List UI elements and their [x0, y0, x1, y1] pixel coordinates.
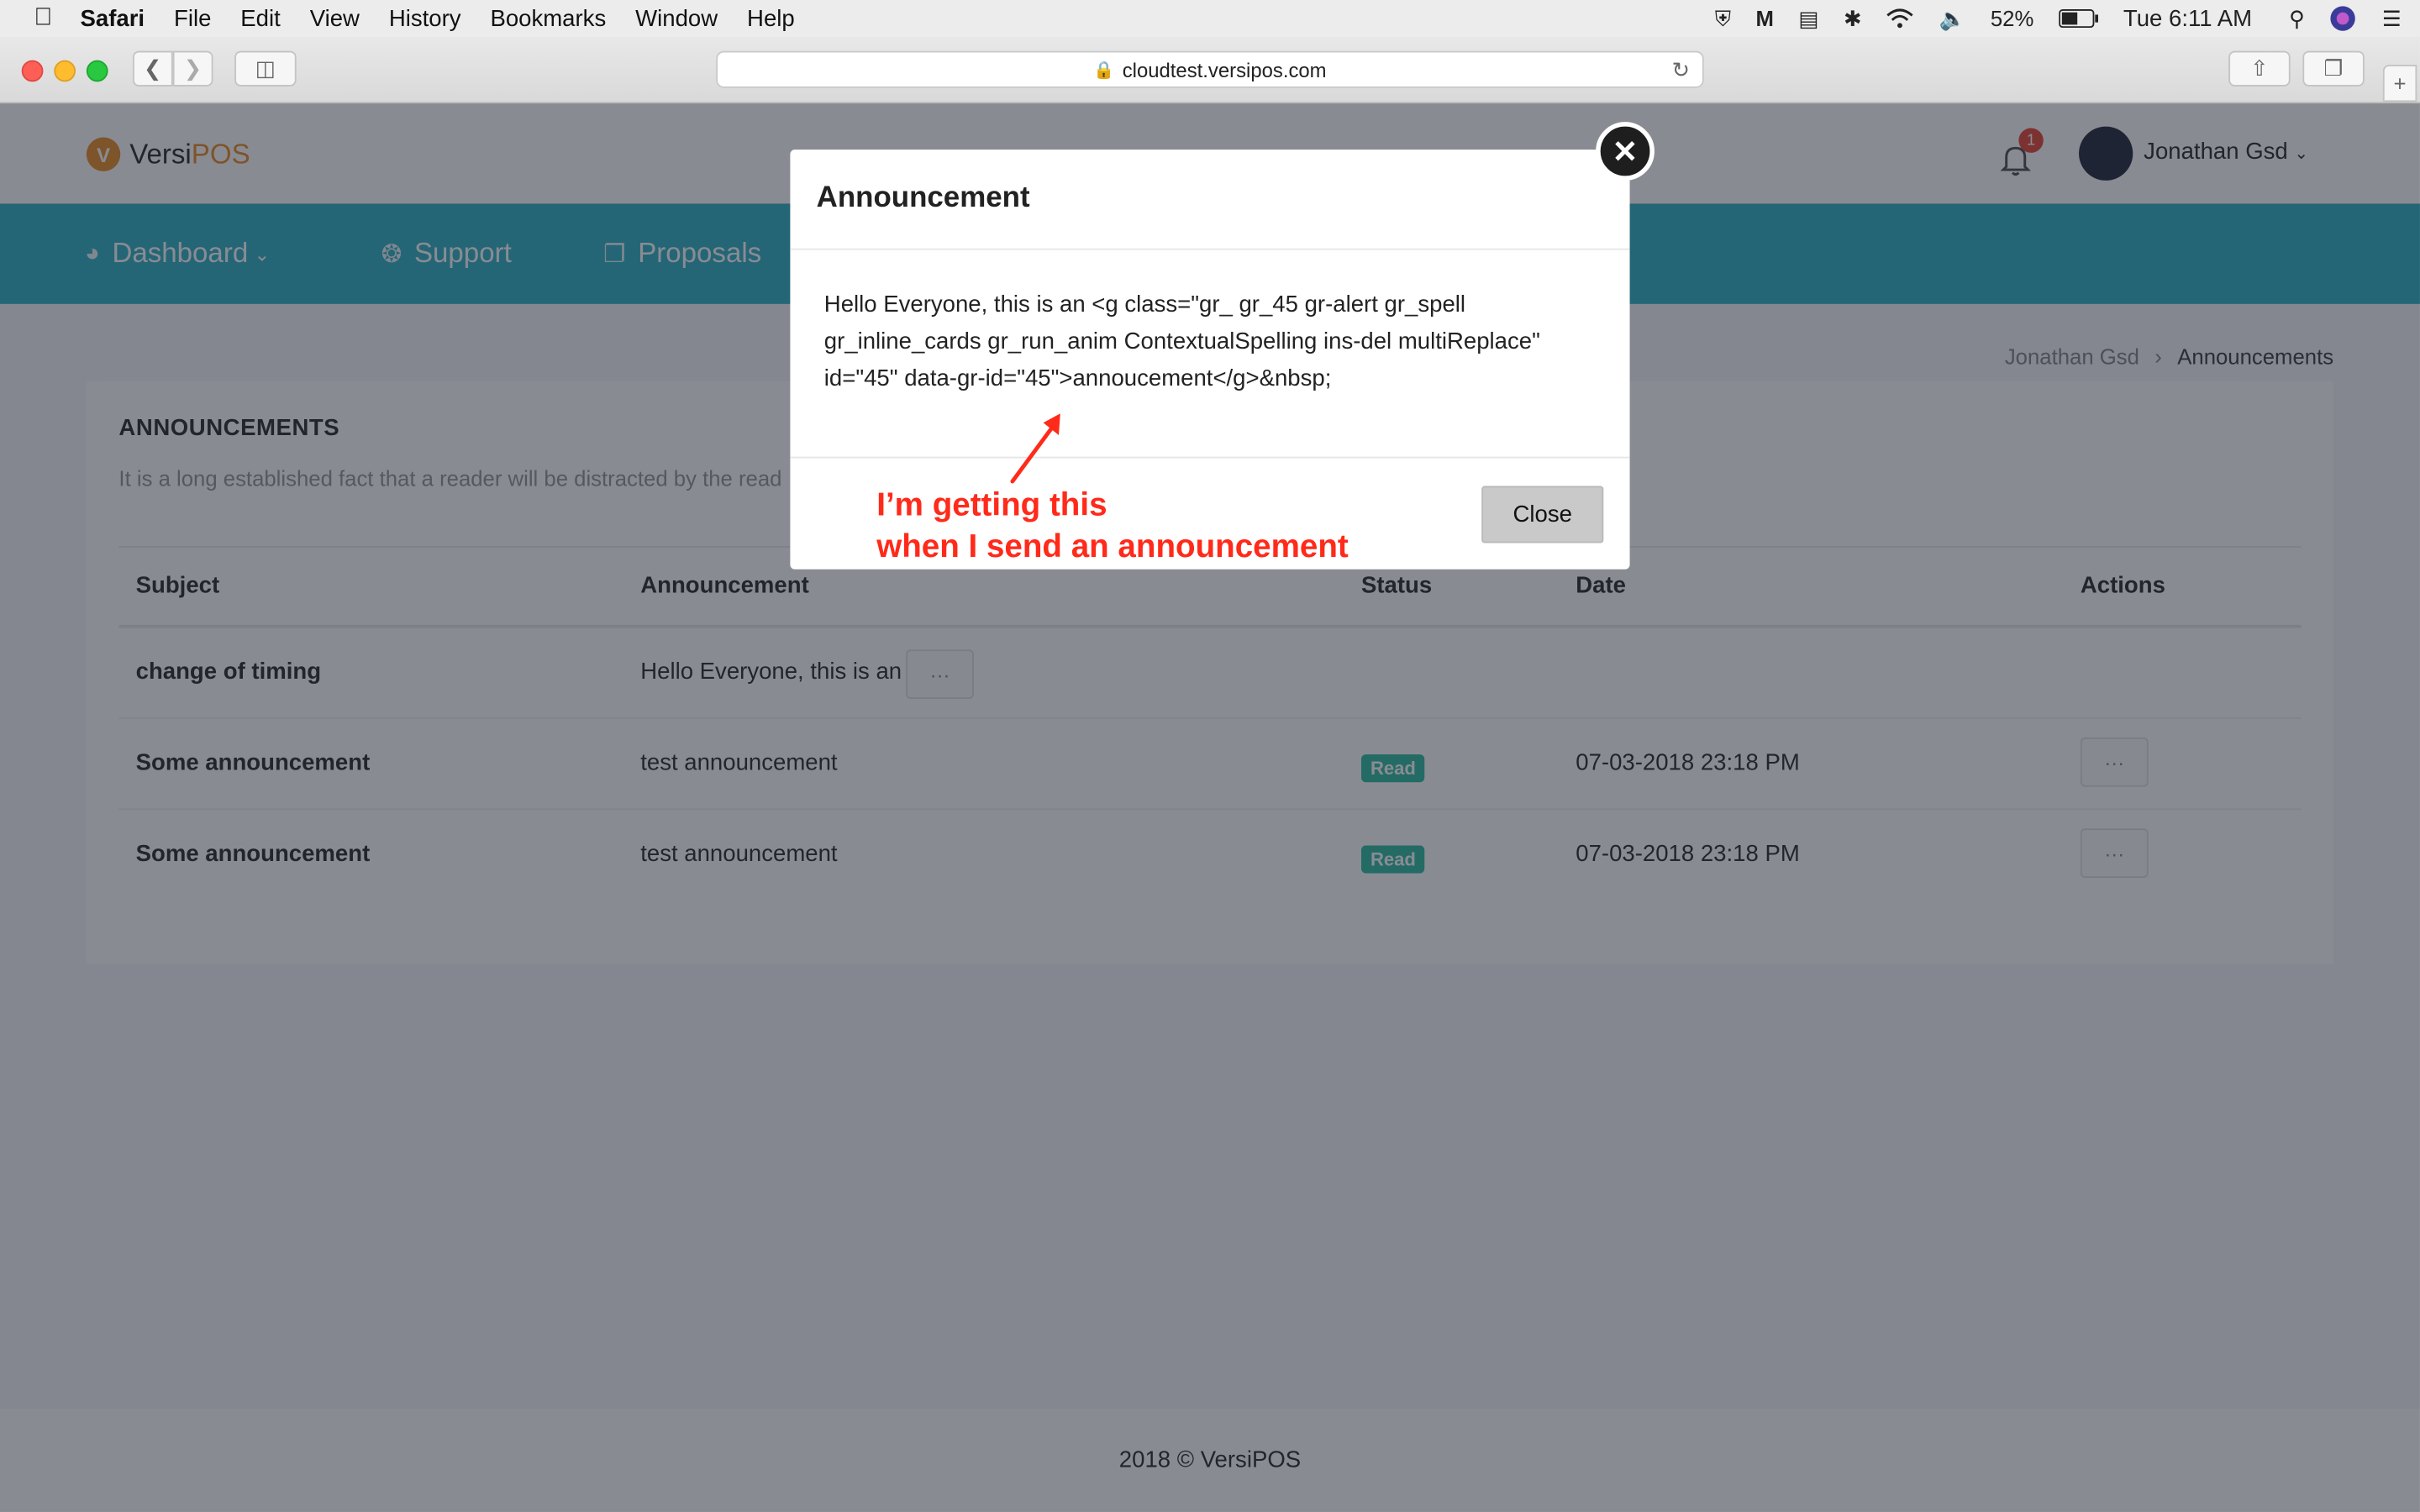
- screen:  Safari File Edit View History Bookmark…: [0, 0, 2420, 1512]
- window-zoom-button[interactable]: [86, 60, 108, 82]
- window-minimize-button[interactable]: [54, 60, 76, 82]
- annotation-line-1: I’m getting this: [876, 487, 1107, 523]
- window-close-button[interactable]: [21, 60, 44, 82]
- new-tab-button[interactable]: +: [2382, 65, 2417, 102]
- tabs-icon: ❐: [2323, 55, 2344, 81]
- clock[interactable]: Tue 6:11 AM: [2123, 5, 2252, 31]
- modal-divider: [790, 248, 1630, 250]
- menu-history[interactable]: History: [389, 5, 461, 31]
- address-bar[interactable]: 🔒 cloudtest.versipos.com ↻: [716, 50, 1704, 88]
- plus-icon: +: [2393, 71, 2407, 96]
- share-icon: ⇧: [2250, 55, 2269, 81]
- siri-glyph: [2331, 6, 2356, 31]
- share-button[interactable]: ⇧: [2228, 50, 2291, 87]
- menu-window[interactable]: Window: [635, 5, 718, 31]
- wifi-icon[interactable]: [1886, 8, 1914, 29]
- chevron-right-icon: ❯: [183, 55, 203, 81]
- modal-divider: [790, 456, 1630, 459]
- close-icon[interactable]: ✕: [1596, 122, 1655, 181]
- sidebar-toggle-button[interactable]: ◫: [234, 50, 297, 87]
- address-bar-url: cloudtest.versipos.com: [1122, 57, 1327, 81]
- notification-center-icon[interactable]: ☰: [2382, 5, 2402, 31]
- menu-file[interactable]: File: [174, 5, 211, 31]
- shield-icon[interactable]: ⛨: [1715, 5, 1731, 31]
- back-button[interactable]: ❮: [132, 50, 173, 87]
- annotation-line-2: when I send an announcement: [876, 528, 1349, 565]
- menu-view[interactable]: View: [310, 5, 360, 31]
- bluetooth-icon[interactable]: ✱: [1844, 5, 1862, 31]
- malwarebytes-icon[interactable]: M: [1756, 6, 1774, 30]
- modal-title: Announcement: [816, 181, 1030, 215]
- annotation-arrow-icon: [1010, 413, 1060, 484]
- lock-icon: 🔒: [1093, 60, 1115, 80]
- annotation-text: I’m getting this when I send an announce…: [876, 485, 1349, 568]
- macos-menu-bar:  Safari File Edit View History Bookmark…: [0, 0, 2420, 39]
- chevron-left-icon: ❮: [144, 55, 162, 81]
- menu-edit[interactable]: Edit: [240, 5, 280, 31]
- siri-icon[interactable]: [2329, 5, 2357, 33]
- close-button[interactable]: Close: [1481, 486, 1604, 543]
- forward-button[interactable]: ❯: [172, 50, 213, 87]
- volume-icon[interactable]: 🔈: [1939, 5, 1965, 31]
- wifi-glyph: [1886, 8, 1914, 29]
- reload-icon[interactable]: ↻: [1672, 57, 1691, 83]
- vpn-icon[interactable]: ▤: [1798, 5, 1818, 31]
- spotlight-search-icon[interactable]: ⚲: [2289, 5, 2305, 31]
- battery-icon[interactable]: [2058, 9, 2099, 29]
- apple-menu-icon[interactable]: : [34, 5, 52, 33]
- menu-app-safari[interactable]: Safari: [81, 5, 145, 31]
- browser-toolbar: ❮ ❯ ◫ 🔒 cloudtest.versipos.com ↻ ⇧ ❐ +: [0, 37, 2420, 104]
- battery-percent: 52%: [1990, 6, 2034, 31]
- modal-body-text: Hello Everyone, this is an <g class="gr_…: [823, 291, 1540, 392]
- status-area: ⛨ M ▤ ✱ 🔈 52% Tue 6:11 AM ⚲ ☰: [1715, 0, 2420, 37]
- menu-help[interactable]: Help: [747, 5, 795, 31]
- tabs-overview-button[interactable]: ❐: [2302, 50, 2365, 87]
- menu-bookmarks[interactable]: Bookmarks: [490, 5, 606, 31]
- sidebar-icon: ◫: [255, 55, 276, 81]
- battery-glyph: [2058, 9, 2098, 29]
